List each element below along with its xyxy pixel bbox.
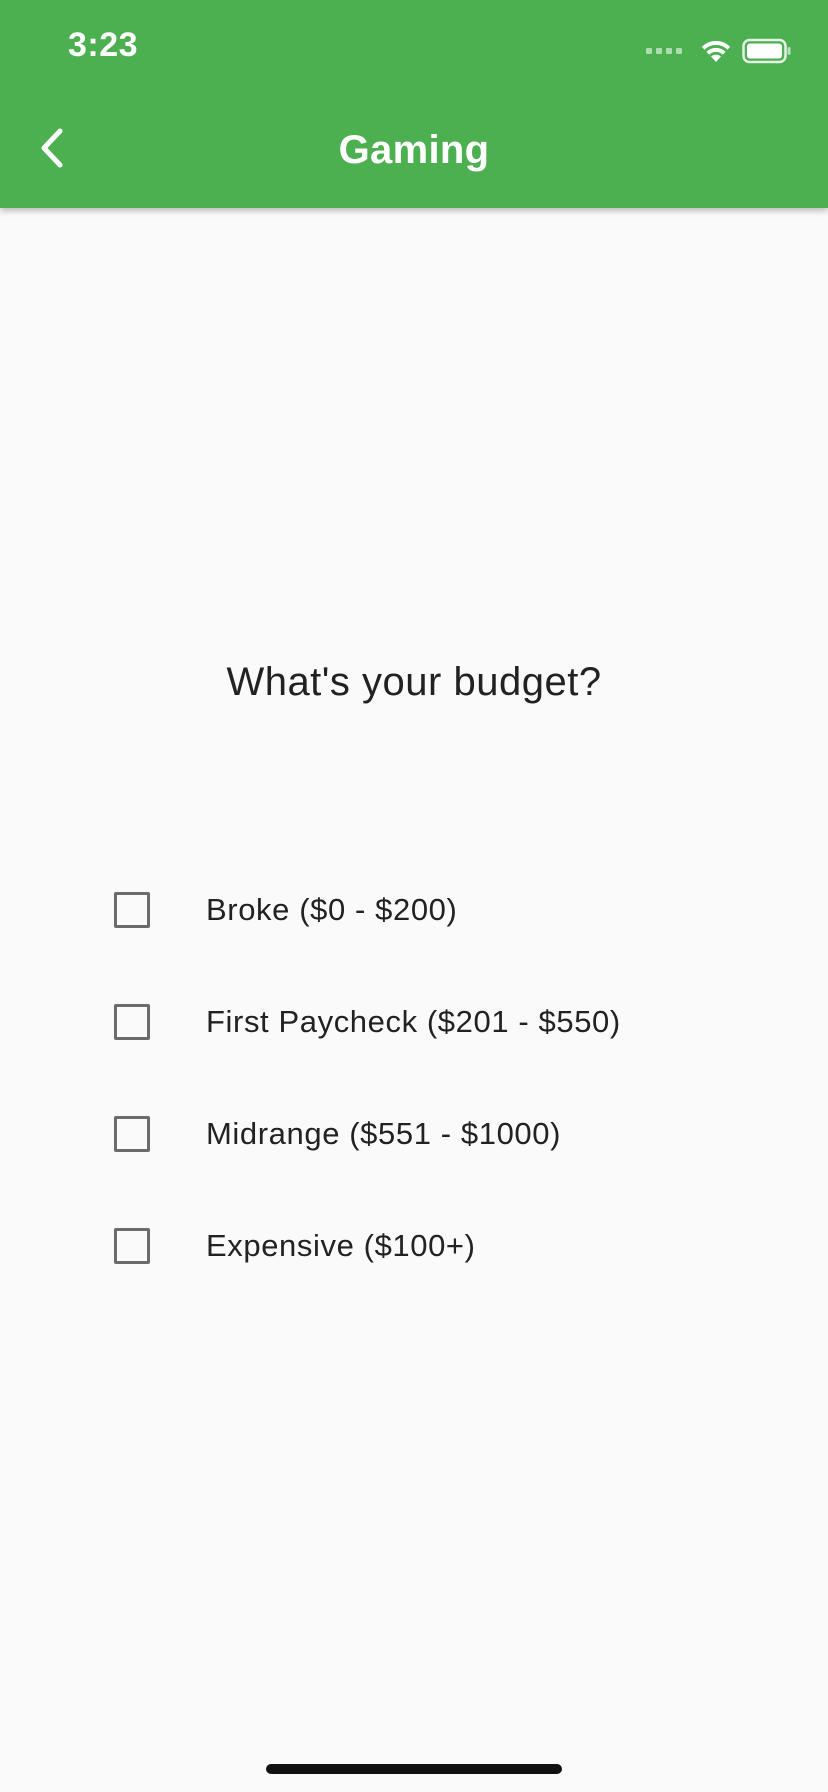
status-time: 3:23 — [68, 26, 139, 64]
option-label: Midrange ($551 - $1000) — [206, 1116, 562, 1151]
battery-icon — [742, 38, 791, 64]
option-expensive[interactable]: Expensive ($100+) — [114, 1190, 754, 1302]
checkbox[interactable] — [114, 1004, 150, 1040]
option-label: Broke ($0 - $200) — [206, 892, 458, 927]
option-label: Expensive ($100+) — [206, 1228, 476, 1263]
question-text: What's your budget? — [226, 660, 602, 704]
wifi-icon — [701, 40, 731, 62]
budget-options-list: Broke ($0 - $200) First Paycheck ($201 -… — [114, 854, 754, 1302]
status-icons — [646, 36, 792, 66]
option-first-paycheck[interactable]: First Paycheck ($201 - $550) — [114, 966, 754, 1078]
app-bar: 3:23 Gaming — [0, 0, 828, 208]
cellular-signal-icon — [646, 48, 682, 54]
checkbox[interactable] — [114, 1228, 150, 1264]
option-label: First Paycheck ($201 - $550) — [206, 1004, 621, 1039]
home-indicator[interactable] — [266, 1764, 562, 1774]
checkbox[interactable] — [114, 1116, 150, 1152]
option-broke[interactable]: Broke ($0 - $200) — [114, 854, 754, 966]
page-title: Gaming — [338, 128, 490, 172]
checkbox[interactable] — [114, 892, 150, 928]
option-midrange[interactable]: Midrange ($551 - $1000) — [114, 1078, 754, 1190]
